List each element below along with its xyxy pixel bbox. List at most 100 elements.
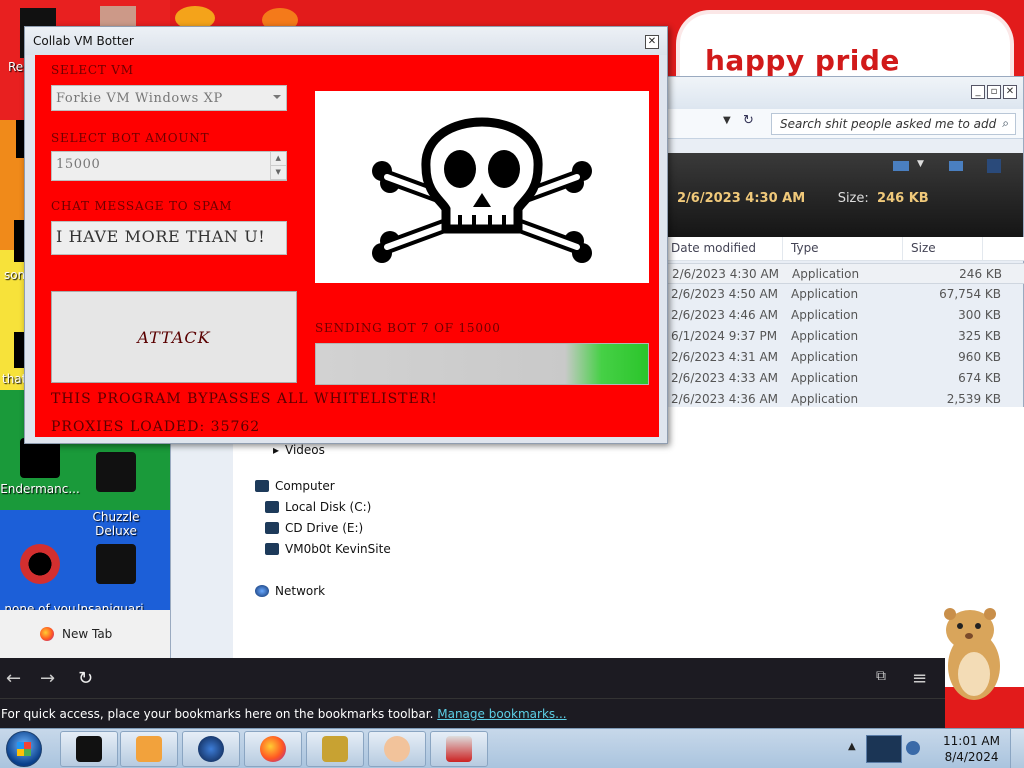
network-drive-icon bbox=[265, 543, 279, 555]
back-icon[interactable]: ← bbox=[6, 668, 21, 689]
taskbar-item-globe[interactable] bbox=[182, 731, 240, 767]
decrement-icon[interactable]: ▼ bbox=[271, 166, 286, 180]
desktop-icon-endermanc[interactable]: Endermanc... bbox=[0, 438, 80, 496]
chevron-down-icon[interactable] bbox=[273, 95, 281, 99]
paint-icon bbox=[446, 736, 472, 762]
menu-icon[interactable]: ≡ bbox=[912, 668, 927, 689]
nav-item-computer[interactable]: Computer bbox=[255, 479, 335, 493]
forward-icon[interactable]: → bbox=[40, 668, 55, 689]
tray-app-icon[interactable] bbox=[866, 735, 902, 763]
details-date: 2/6/2023 4:30 AM bbox=[677, 191, 806, 206]
taskbar-item-media[interactable] bbox=[120, 731, 178, 767]
reload-icon[interactable]: ↻ bbox=[78, 668, 93, 689]
column-header-date-modified[interactable]: Date modified bbox=[663, 237, 783, 260]
manage-bookmarks-link[interactable]: Manage bookmarks... bbox=[437, 707, 566, 721]
cell-type: Application bbox=[791, 287, 859, 301]
details-size-value: 246 KB bbox=[877, 191, 929, 206]
table-row[interactable]: 2/6/2023 4:30 AM Application 246 KB bbox=[663, 263, 1024, 284]
globe-icon bbox=[198, 736, 224, 762]
help-icon[interactable] bbox=[987, 159, 1001, 173]
table-row[interactable]: 2/6/2023 4:46 AM Application 300 KB bbox=[663, 305, 1024, 326]
desktop-icon-label-partial[interactable]: that bbox=[2, 372, 26, 386]
hamster-image bbox=[944, 608, 1000, 700]
bot-amount-value: 15000 bbox=[56, 157, 101, 172]
stepper-buttons[interactable]: ▲ ▼ bbox=[270, 152, 286, 180]
minimize-button[interactable]: _ bbox=[971, 85, 985, 99]
taskbar-item-box[interactable] bbox=[306, 731, 364, 767]
cd-drive-icon bbox=[265, 522, 279, 534]
enderman-icon bbox=[20, 438, 60, 478]
bot-amount-stepper[interactable]: 15000 ▲ ▼ bbox=[51, 151, 287, 181]
botter-client-area: SELECT VM Forkie VM Windows XP SELECT BO… bbox=[35, 55, 659, 437]
refresh-icon[interactable]: ↻ bbox=[743, 113, 754, 128]
clock-time: 11:01 AM bbox=[943, 734, 1000, 748]
select-vm-dropdown[interactable]: Forkie VM Windows XP bbox=[51, 85, 287, 111]
table-row[interactable]: 2/6/2023 4:50 AM Application 67,754 KB bbox=[663, 284, 1024, 305]
desktop-icon-label: Endermanc... bbox=[0, 482, 80, 496]
preview-pane-icon[interactable] bbox=[949, 161, 963, 171]
nav-item-share[interactable]: VM0b0t KevinSite bbox=[265, 542, 391, 556]
table-row[interactable]: 2/6/2023 4:33 AM Application 674 KB bbox=[663, 368, 1024, 389]
user-icon bbox=[384, 736, 410, 762]
cell-type: Application bbox=[791, 350, 859, 364]
nav-label: CD Drive (E:) bbox=[285, 521, 364, 535]
column-header-size[interactable]: Size bbox=[903, 237, 983, 260]
close-button[interactable]: ✕ bbox=[1003, 85, 1017, 99]
cell-type: Application bbox=[791, 329, 859, 343]
cell-type: Application bbox=[792, 267, 860, 281]
attack-button[interactable]: ATTACK bbox=[51, 291, 297, 383]
botter-titlebar[interactable]: Collab VM Botter bbox=[25, 27, 667, 55]
file-list: 2/6/2023 4:30 AM Application 246 KB 2/6/20… bbox=[663, 263, 1024, 410]
nav-item-cd-drive[interactable]: CD Drive (E:) bbox=[265, 521, 363, 535]
browser-window: New Tab ← → ↻ ⧉ ≡ For quick access, plac… bbox=[0, 610, 945, 730]
details-size-label: Size: bbox=[837, 191, 869, 206]
insaniquarium-icon bbox=[96, 544, 136, 584]
start-button[interactable] bbox=[6, 731, 42, 767]
select-vm-label: SELECT VM bbox=[51, 63, 134, 77]
cell-date: 2/6/2023 4:50 AM bbox=[671, 287, 779, 301]
search-icon[interactable]: ⌕ bbox=[1002, 116, 1009, 131]
cell-size: 325 KB bbox=[958, 329, 1001, 343]
desktop-icon[interactable] bbox=[100, 6, 136, 26]
table-row[interactable]: 2/6/2023 4:31 AM Application 960 KB bbox=[663, 347, 1024, 368]
tray-chevron-up-icon[interactable]: ▲ bbox=[848, 741, 856, 752]
computer-icon bbox=[255, 480, 269, 492]
chevron-down-icon[interactable]: ▼ bbox=[917, 159, 924, 169]
chevron-down-icon[interactable]: ▼ bbox=[723, 115, 731, 126]
tab-new-tab[interactable]: New Tab bbox=[0, 610, 170, 658]
firefox-icon bbox=[40, 627, 54, 641]
explorer-search-input[interactable]: Search shit people asked me to add ⌕ bbox=[771, 113, 1016, 135]
close-button[interactable]: ✕ bbox=[645, 35, 659, 49]
select-vm-value: Forkie VM Windows XP bbox=[56, 91, 223, 106]
window-title: Collab VM Botter bbox=[33, 34, 134, 48]
taskbar-item-user[interactable] bbox=[368, 731, 426, 767]
table-row[interactable]: 6/1/2024 9:37 PM Application 325 KB bbox=[663, 326, 1024, 347]
taskbar-item-paint[interactable] bbox=[430, 731, 488, 767]
cell-type: Application bbox=[791, 392, 859, 406]
network-status-icon[interactable] bbox=[906, 741, 920, 755]
desktop-icon-label-partial[interactable]: Re bbox=[8, 60, 23, 74]
extensions-icon[interactable]: ⧉ bbox=[876, 668, 886, 684]
cell-size: 300 KB bbox=[958, 308, 1001, 322]
taskbar-item-vm-botter[interactable] bbox=[60, 731, 118, 767]
nav-item-videos[interactable]: ▸ Videos bbox=[273, 443, 325, 457]
nav-label: Network bbox=[275, 584, 326, 598]
show-desktop-button[interactable] bbox=[1010, 729, 1024, 768]
cell-date: 2/6/2023 4:33 AM bbox=[671, 371, 779, 385]
sending-status: SENDING BOT 7 OF 15000 bbox=[315, 321, 501, 335]
send-progress-bar bbox=[315, 343, 649, 385]
column-header-type[interactable]: Type bbox=[783, 237, 903, 260]
clock[interactable]: 11:01 AM 8/4/2024 bbox=[943, 733, 1000, 765]
nav-item-network[interactable]: Network bbox=[255, 584, 325, 598]
cell-type: Application bbox=[791, 371, 859, 385]
nav-label: Local Disk (C:) bbox=[285, 500, 372, 514]
chat-message-input[interactable]: I HAVE MORE THAN U! bbox=[51, 221, 287, 255]
taskbar-item-firefox[interactable] bbox=[244, 731, 302, 767]
bookmarks-hint: For quick access, place your bookmarks h… bbox=[1, 707, 434, 721]
view-icon[interactable] bbox=[893, 161, 909, 171]
table-row[interactable]: 2/6/2023 4:36 AM Application 2,539 KB bbox=[663, 389, 1024, 410]
maximize-button[interactable]: ▫ bbox=[987, 85, 1001, 99]
increment-icon[interactable]: ▲ bbox=[271, 152, 286, 166]
nav-item-local-disk[interactable]: Local Disk (C:) bbox=[265, 500, 371, 514]
network-icon bbox=[255, 585, 269, 597]
